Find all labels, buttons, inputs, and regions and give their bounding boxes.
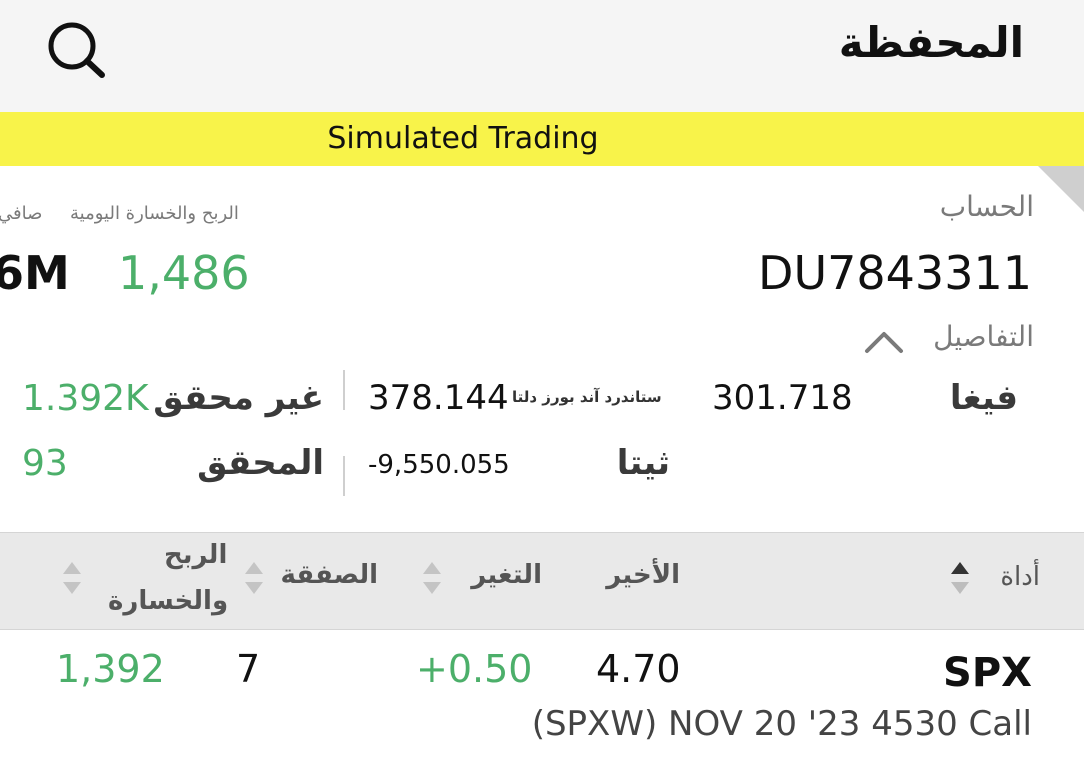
account-label: الحساب <box>939 190 1034 223</box>
daily-pnl-value: 1,486 <box>118 246 250 300</box>
unrealized-pnl-value: 1.392K <box>22 378 149 419</box>
search-icon <box>48 22 105 78</box>
sort-arrows-icon[interactable] <box>62 561 82 595</box>
sort-arrows-icon[interactable] <box>950 561 970 595</box>
details-toggle-button[interactable] <box>864 330 904 354</box>
chevron-up-icon <box>865 332 903 353</box>
column-header-pnl[interactable]: الربح <box>164 540 227 570</box>
column-header-pnl-line2[interactable]: والخسارة <box>108 586 228 616</box>
column-header-change[interactable]: التغير <box>471 560 542 590</box>
row-change: +0.50 <box>416 647 533 691</box>
page-title: المحفظة <box>838 18 1024 67</box>
spx-delta-value: 378.144 <box>368 378 509 418</box>
row-pnl: 1,392 <box>56 647 165 691</box>
theta-label: ثيتا <box>616 443 670 483</box>
vega-label: فيغا <box>949 378 1018 418</box>
realized-pnl-value: 93 <box>22 443 68 484</box>
page-corner-fold <box>1038 166 1084 212</box>
search-button[interactable] <box>44 20 108 80</box>
realized-pnl-label: المحقق <box>197 443 324 483</box>
net-liquidation-value: 6M <box>0 246 70 300</box>
vega-value: 301.718 <box>712 378 853 418</box>
row-position: 7 <box>236 647 261 691</box>
row-contract-description: (SPXW) NOV 20 '23 4530 Call <box>531 704 1032 744</box>
spx-delta-label: ستاندرد آند بورز دلتا <box>512 388 662 406</box>
column-header-position[interactable]: الصفقة <box>281 560 379 590</box>
daily-pnl-label: الربح والخسارة اليومية <box>70 203 239 224</box>
account-number[interactable]: DU7843311 <box>758 246 1032 300</box>
divider <box>343 456 345 496</box>
unrealized-pnl-label: غير محقق <box>153 378 324 418</box>
column-header-last[interactable]: الأخير <box>606 560 680 590</box>
net-liquidation-label: صافي <box>0 203 43 224</box>
details-toggle[interactable]: التفاصيل <box>933 320 1034 353</box>
theta-value: -9,550.055 <box>368 450 510 480</box>
sort-arrows-icon[interactable] <box>244 561 264 595</box>
row-last-price: 4.70 <box>596 647 681 691</box>
sort-arrows-icon[interactable] <box>422 561 442 595</box>
divider <box>343 370 345 410</box>
banner-text: Simulated Trading <box>327 121 599 156</box>
row-symbol[interactable]: SPX <box>943 650 1032 696</box>
column-header-instrument[interactable]: أداة <box>1000 562 1040 592</box>
